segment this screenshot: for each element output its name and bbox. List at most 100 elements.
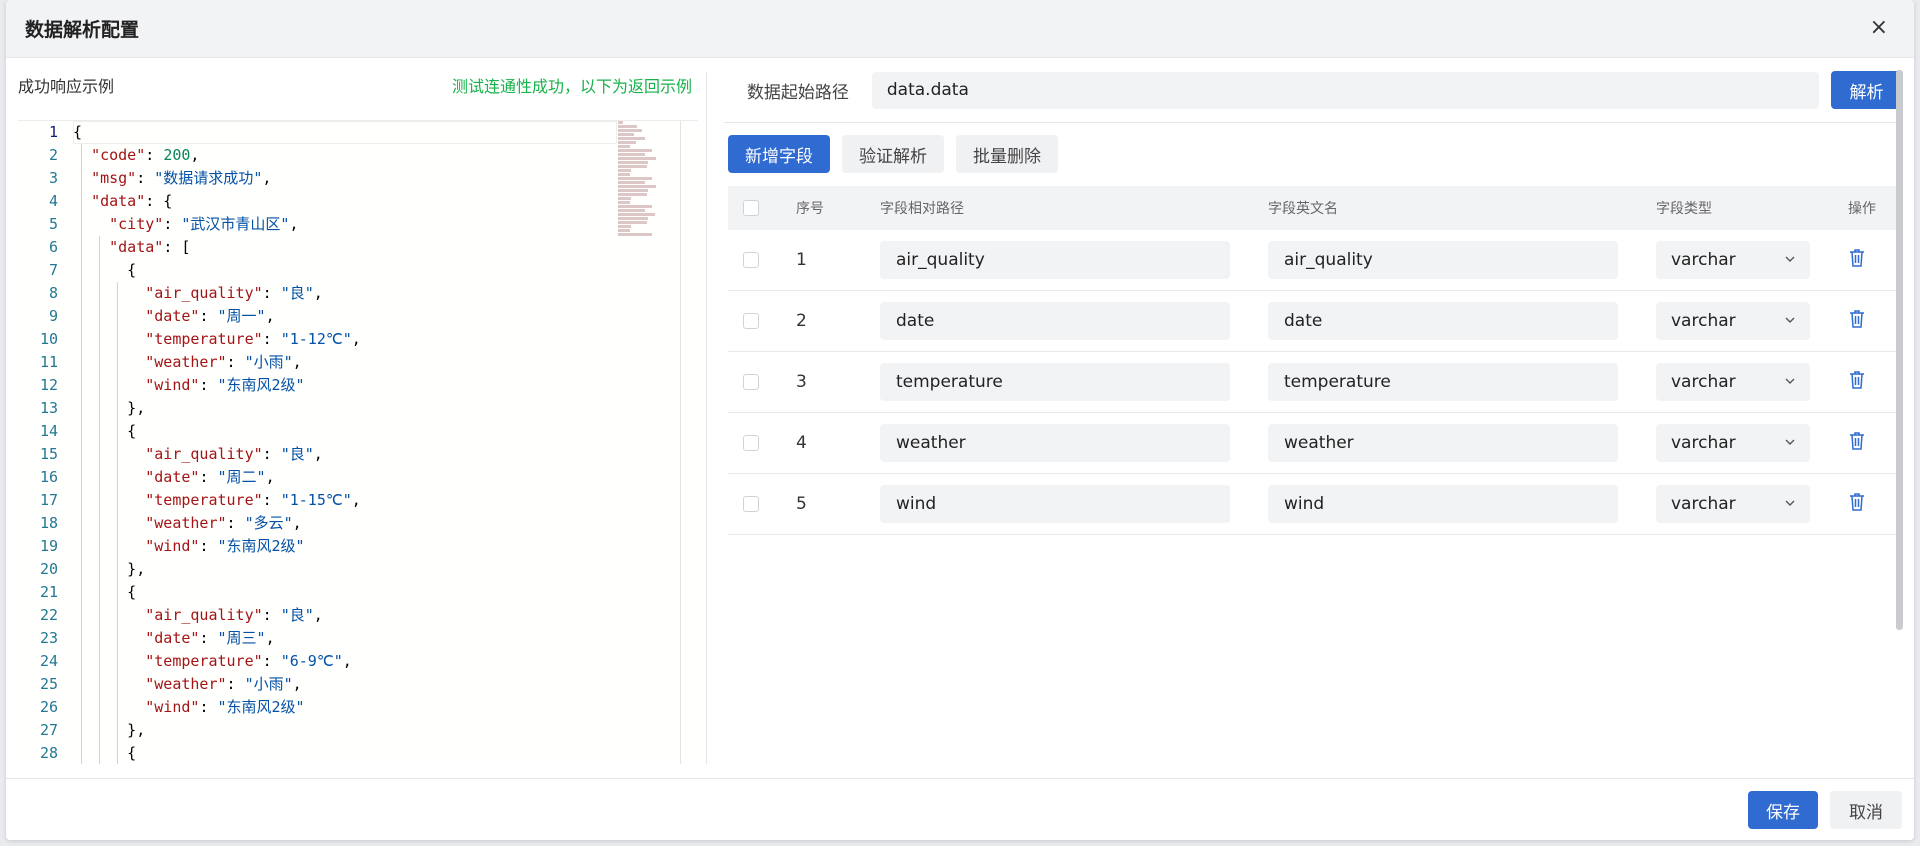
- json-punctuation: [73, 307, 145, 325]
- json-string: "周二": [217, 468, 266, 486]
- english-name-input[interactable]: temperature: [1268, 363, 1618, 401]
- start-path-input[interactable]: data.data: [871, 71, 1820, 109]
- line-number: 19: [39, 537, 58, 555]
- batch-delete-button[interactable]: 批量删除: [956, 135, 1058, 173]
- json-punctuation: [73, 353, 145, 371]
- panel-divider: [706, 72, 707, 764]
- minimap-line: [618, 181, 646, 184]
- response-example-label: 成功响应示例: [18, 77, 115, 96]
- line-number: 17: [39, 491, 58, 509]
- json-punctuation: [73, 238, 109, 256]
- field-table: 序号 字段相对路径 字段英文名 字段类型 操作 1 air_quality air_…: [728, 186, 1902, 535]
- field-type-select[interactable]: varchar: [1656, 424, 1810, 462]
- line-number: 27: [39, 721, 58, 739]
- json-code-editor[interactable]: 1 2 3 4 5 6 7 8 9 10 11 12 13 14 15 16 17 18 19 20 21 22 23 24 2…: [18, 120, 698, 764]
- json-punctuation: :: [262, 652, 281, 670]
- json-string: "6-9℃": [280, 652, 343, 670]
- english-name-input[interactable]: date: [1268, 302, 1618, 340]
- line-number: 1: [48, 123, 58, 141]
- json-key: "temperature": [145, 330, 263, 348]
- code-line: {: [73, 121, 361, 144]
- save-button[interactable]: 保存: [1748, 791, 1818, 829]
- cancel-button[interactable]: 取消: [1830, 791, 1902, 829]
- english-name-input[interactable]: wind: [1268, 485, 1618, 523]
- english-name-input[interactable]: air_quality: [1268, 241, 1618, 279]
- line-number: 18: [39, 514, 58, 532]
- add-field-button[interactable]: 新增字段: [728, 135, 830, 173]
- row-checkbox[interactable]: [743, 496, 759, 512]
- line-number: 12: [39, 376, 58, 394]
- chevron-down-icon: [1784, 311, 1796, 331]
- json-string: "1-15℃": [280, 491, 352, 509]
- table-body: 1 air_quality air_quality varchar 2 date date v…: [728, 230, 1902, 535]
- select-all-checkbox[interactable]: [743, 200, 759, 216]
- field-type-select[interactable]: varchar: [1656, 485, 1810, 523]
- minimap-line: [618, 177, 652, 180]
- json-punctuation: :: [199, 468, 218, 486]
- minimap-line: [618, 161, 649, 164]
- json-string: "多云": [244, 514, 293, 532]
- row-checkbox[interactable]: [743, 435, 759, 451]
- close-icon[interactable]: ×: [1870, 16, 1888, 40]
- relative-path-input[interactable]: wind: [880, 485, 1230, 523]
- json-punctuation: {: [73, 422, 137, 440]
- row-checkbox[interactable]: [743, 313, 759, 329]
- validate-parse-button[interactable]: 验证解析: [842, 135, 944, 173]
- json-punctuation: [73, 606, 145, 624]
- field-type-select[interactable]: varchar: [1656, 302, 1810, 340]
- line-number: 25: [39, 675, 58, 693]
- trash-icon[interactable]: [1848, 248, 1866, 273]
- json-punctuation: ,: [313, 606, 323, 624]
- table-row: 3 temperature temperature varchar: [728, 352, 1902, 413]
- editor-scrollbar-track[interactable]: [680, 121, 681, 764]
- json-punctuation: :: [262, 606, 281, 624]
- json-punctuation: :: [163, 215, 182, 233]
- editor-minimap[interactable]: [618, 121, 666, 236]
- indent-guide: [99, 236, 100, 764]
- field-type-select[interactable]: varchar: [1656, 363, 1810, 401]
- json-punctuation: ,: [351, 330, 361, 348]
- panel-scrollbar[interactable]: [1896, 70, 1903, 630]
- trash-icon[interactable]: [1848, 431, 1866, 456]
- relative-path-input[interactable]: date: [880, 302, 1230, 340]
- line-number: 11: [39, 353, 58, 371]
- json-punctuation: ,: [292, 675, 302, 693]
- json-punctuation: ,: [265, 307, 275, 325]
- json-key: "wind": [145, 376, 200, 394]
- json-punctuation: [73, 215, 109, 233]
- relative-path-input[interactable]: weather: [880, 424, 1230, 462]
- trash-icon[interactable]: [1848, 370, 1866, 395]
- field-type-value: varchar: [1671, 494, 1736, 514]
- json-key: "date": [145, 307, 200, 325]
- dialog-title: 数据解析配置: [25, 19, 140, 41]
- json-key: "weather": [145, 514, 227, 532]
- trash-icon[interactable]: [1848, 492, 1866, 517]
- code-line: "code": 200,: [73, 144, 361, 167]
- relative-path-input[interactable]: air_quality: [880, 241, 1230, 279]
- json-key: "date": [145, 629, 200, 647]
- row-checkbox[interactable]: [743, 374, 759, 390]
- json-punctuation: ,: [265, 468, 275, 486]
- json-punctuation: ,: [265, 629, 275, 647]
- row-checkbox[interactable]: [743, 252, 759, 268]
- minimap-line: [618, 213, 655, 216]
- json-key: "weather": [145, 353, 227, 371]
- header-path: 字段相对路径: [880, 201, 964, 217]
- json-string: "小雨": [244, 353, 293, 371]
- line-number: 26: [39, 698, 58, 716]
- parse-button[interactable]: 解析: [1831, 71, 1902, 109]
- response-example-panel: 成功响应示例 测试连通性成功，以下为返回示例 1 2 3 4 5 6 7 8 9 10 11 12 13…: [6, 58, 706, 764]
- json-punctuation: :: [226, 353, 245, 371]
- line-number: 22: [39, 606, 58, 624]
- json-key: "code": [91, 146, 146, 164]
- json-string: "东南风2级": [217, 537, 305, 555]
- json-punctuation: :: [226, 675, 245, 693]
- english-name-input[interactable]: weather: [1268, 424, 1618, 462]
- json-punctuation: {: [73, 261, 137, 279]
- field-type-value: varchar: [1671, 372, 1736, 392]
- trash-icon[interactable]: [1848, 309, 1866, 334]
- relative-path-input[interactable]: temperature: [880, 363, 1230, 401]
- json-punctuation: : {: [145, 192, 173, 210]
- field-type-select[interactable]: varchar: [1656, 241, 1810, 279]
- json-punctuation: [73, 675, 145, 693]
